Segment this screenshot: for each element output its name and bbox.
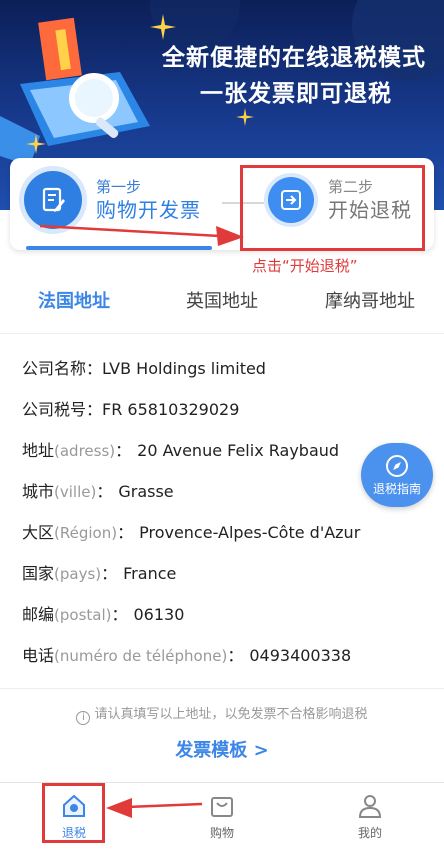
info-icon: i bbox=[76, 711, 91, 725]
edit-document-icon bbox=[24, 171, 82, 229]
invoice-template-link[interactable]: 发票模板 > bbox=[0, 736, 444, 762]
tax-id-row: 公司税号：FR 65810329029 bbox=[22, 400, 240, 419]
address-notice: i 请认真填写以上地址，以免发票不合格影响退税 bbox=[0, 703, 444, 725]
divider bbox=[0, 688, 444, 689]
star-decoration bbox=[150, 14, 176, 40]
company-address: 公司名称：LVB Holdings limited 公司税号：FR 658103… bbox=[22, 348, 422, 676]
tax-refund-illustration bbox=[0, 17, 150, 166]
region-row: 大区(Région)： Provence-Alpes-Côte d'Azur bbox=[22, 523, 361, 542]
country-row: 国家(pays)： France bbox=[22, 564, 177, 583]
step-issue-invoice[interactable]: 第一步 购物开发票 bbox=[24, 170, 201, 230]
banner-title: 全新便捷的在线退税模式 bbox=[162, 45, 426, 71]
start-refund-button[interactable]: 第二步 开始退税 bbox=[268, 170, 412, 230]
refund-guide-label: 退税指南 bbox=[372, 481, 421, 496]
annotation-text: 点击“开始退税” bbox=[252, 257, 358, 275]
nav-shopping[interactable]: 购物 bbox=[148, 783, 296, 859]
banner-subtitle: 一张发票即可退税 bbox=[200, 81, 392, 107]
tab-france[interactable]: 法国地址 bbox=[0, 276, 148, 333]
step-label: 第二步 bbox=[328, 178, 374, 196]
user-icon bbox=[358, 794, 382, 818]
step-progress-bar bbox=[26, 246, 212, 250]
refund-guide-button[interactable]: 退税指南 bbox=[361, 443, 433, 507]
home-icon bbox=[63, 794, 85, 817]
compass-icon bbox=[386, 454, 408, 477]
step-title: 购物开发票 bbox=[96, 198, 201, 222]
tab-uk[interactable]: 英国地址 bbox=[148, 276, 296, 333]
shopping-bag-icon bbox=[211, 796, 233, 817]
nav-profile[interactable]: 我的 bbox=[296, 783, 444, 859]
star-decoration bbox=[26, 134, 46, 154]
company-name-row: 公司名称：LVB Holdings limited bbox=[22, 359, 266, 378]
enter-arrow-icon bbox=[268, 177, 314, 223]
nav-tax-refund[interactable]: 退税 bbox=[0, 783, 148, 859]
steps-card: 第一步 购物开发票 第二步 开始退税 bbox=[10, 158, 434, 250]
bottom-nav: 退税 购物 我的 bbox=[0, 782, 444, 859]
step-title: 开始退税 bbox=[328, 198, 412, 222]
postal-row: 邮编(postal)： 06130 bbox=[22, 605, 185, 624]
address-tabs: 法国地址 英国地址 摩纳哥地址 bbox=[0, 276, 444, 334]
tab-monaco[interactable]: 摩纳哥地址 bbox=[296, 276, 444, 333]
step-label: 第一步 bbox=[96, 178, 142, 196]
step-connector bbox=[222, 202, 264, 204]
phone-row: 电话(numéro de téléphone)： 0493400338 bbox=[22, 646, 352, 665]
